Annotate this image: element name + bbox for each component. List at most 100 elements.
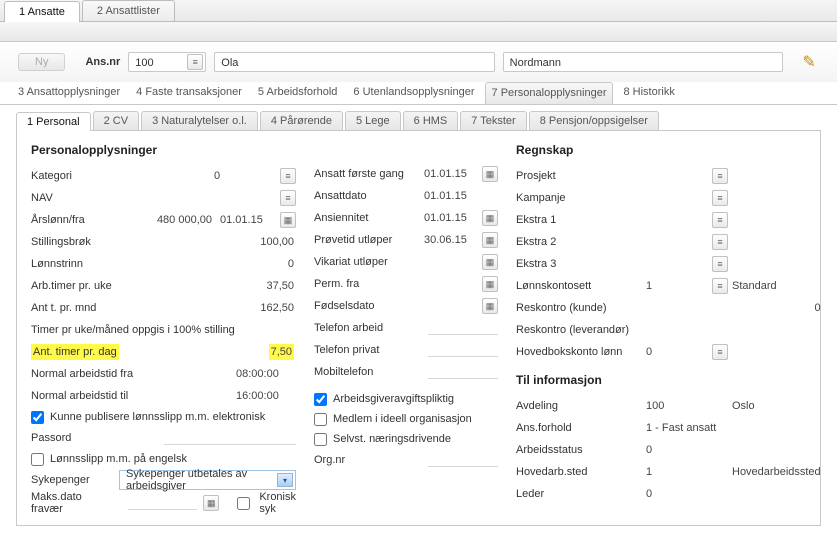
ideell-checkbox[interactable] — [314, 413, 327, 426]
arslonn-date[interactable]: 01.01.15 — [220, 214, 274, 226]
passord-input[interactable] — [164, 431, 297, 445]
fodselsdato-picker[interactable]: ▦ — [482, 298, 498, 314]
ekstra2-picker[interactable]: ≡ — [712, 234, 728, 250]
lonnstrinn-label: Lønnstrinn — [31, 258, 236, 270]
stillingsbrok-value: 100,00 — [236, 236, 296, 248]
tab-arbeidsforhold[interactable]: 5 Arbeidsforhold — [252, 82, 344, 104]
prosjekt-label: Prosjekt — [516, 170, 646, 182]
ansiennitet-label: Ansiennitet — [314, 212, 424, 224]
subtab-personal[interactable]: 1 Personal — [16, 112, 91, 131]
nav-picker[interactable]: ≡ — [280, 190, 296, 206]
column-regnskap: Regnskap Prosjekt ≡ Kampanje ≡ Ekstra 1 … — [516, 141, 821, 515]
arbtil-label: Normal arbeidstid til — [31, 390, 236, 402]
maksdato-picker[interactable]: ▦ — [203, 495, 219, 511]
kronisk-checkbox[interactable] — [237, 497, 250, 510]
chevron-down-icon[interactable]: ▾ — [277, 473, 293, 487]
kategori-value[interactable]: 0 — [214, 170, 274, 182]
tab-personalopplysninger[interactable]: 7 Personalopplysninger — [485, 82, 614, 104]
hovedbok-picker[interactable]: ≡ — [712, 344, 728, 360]
ansiennitet-picker[interactable]: ▦ — [482, 210, 498, 226]
app-tabs: 1 Ansatte 2 Ansattlister — [0, 0, 837, 22]
ansattforste-value[interactable]: 01.01.15 — [424, 168, 476, 180]
ekstra3-label: Ekstra 3 — [516, 258, 646, 270]
new-button[interactable]: Ny — [18, 53, 65, 71]
tab-faste-transaksjoner[interactable]: 4 Faste transaksjoner — [130, 82, 248, 104]
ideell-label: Medlem i ideell organisasjon — [333, 413, 472, 425]
maksdato-label: Maks.dato fravær — [31, 491, 114, 515]
leder-value: 0 — [646, 488, 706, 500]
ekstra2-label: Ekstra 2 — [516, 236, 646, 248]
provetid-picker[interactable]: ▦ — [482, 232, 498, 248]
kampanje-picker[interactable]: ≡ — [712, 190, 728, 206]
telarbeid-input[interactable] — [428, 321, 498, 335]
publisere-label: Kunne publisere lønnsslipp m.m. elektron… — [50, 411, 265, 423]
ansattforste-picker[interactable]: ▦ — [482, 166, 498, 182]
timerdag-value[interactable]: 7,50 — [236, 344, 296, 360]
hovedbok-value[interactable]: 0 — [646, 346, 706, 358]
tab-historikk[interactable]: 8 Historikk — [617, 82, 680, 104]
provetid-value[interactable]: 30.06.15 — [424, 234, 476, 246]
lastname-input[interactable]: Nordmann — [503, 52, 783, 72]
kronisk-label: Kronisk syk — [259, 491, 296, 515]
arslonn-date-picker[interactable]: ▦ — [280, 212, 296, 228]
ansattdato-label: Ansattdato — [314, 190, 424, 202]
telprivat-input[interactable] — [428, 343, 498, 357]
engelsk-checkbox[interactable] — [31, 453, 44, 466]
sykepenger-combo-text: Sykepenger utbetales av arbeidsgiver — [122, 468, 277, 492]
reskontrol-label: Reskontro (leverandør) — [516, 324, 706, 336]
ansiennitet-value[interactable]: 01.01.15 — [424, 212, 476, 224]
kategori-picker[interactable]: ≡ — [280, 168, 296, 184]
permfra-picker[interactable]: ▦ — [482, 276, 498, 292]
vikariat-picker[interactable]: ▦ — [482, 254, 498, 270]
mobil-input[interactable] — [428, 365, 498, 379]
subtab-parorende[interactable]: 4 Pårørende — [260, 111, 343, 130]
arbtimer-value[interactable]: 37,50 — [236, 280, 296, 292]
ansattdato-value: 01.01.15 — [424, 190, 476, 202]
stillingsbrok-label: Stillingsbrøk — [31, 236, 236, 248]
tab-utenlandsopplysninger[interactable]: 6 Utenlandsopplysninger — [347, 82, 480, 104]
subtab-tekster[interactable]: 7 Tekster — [460, 111, 526, 130]
publisere-checkbox[interactable] — [31, 411, 44, 424]
avgift-checkbox[interactable] — [314, 393, 327, 406]
form-area: Personalopplysninger Kategori 0 ≡ NAV ≡ … — [16, 130, 821, 526]
maksdato-input[interactable] — [128, 496, 197, 510]
reskontrok-value[interactable]: 0 — [724, 302, 821, 314]
anttmnd-value[interactable]: 162,50 — [236, 302, 296, 314]
timeruke-label: Timer pr uke/måned oppgis i 100% stillin… — [31, 324, 296, 336]
subtab-cv[interactable]: 2 CV — [93, 111, 139, 130]
prosjekt-picker[interactable]: ≡ — [712, 168, 728, 184]
avdeling-extra: Oslo — [724, 400, 821, 412]
edit-icon[interactable]: ✎ — [799, 52, 819, 72]
orgnr-input[interactable] — [428, 453, 498, 467]
ekstra3-picker[interactable]: ≡ — [712, 256, 728, 272]
heading-personalopplysninger: Personalopplysninger — [31, 143, 296, 157]
column-dates: Ansatt første gang 01.01.15 ▦ Ansattdato… — [314, 141, 498, 515]
subtab-pensjon[interactable]: 8 Pensjon/oppsigelser — [529, 111, 659, 130]
subtab-lege[interactable]: 5 Lege — [345, 111, 401, 130]
lonnskonto-value[interactable]: 1 — [646, 280, 706, 292]
ansnr-picker[interactable]: ≡ — [187, 54, 203, 70]
orgnr-label: Org.nr — [314, 454, 424, 466]
timerdag-label: Ant. timer pr. dag — [31, 344, 236, 360]
subtab-naturalytelser[interactable]: 3 Naturalytelser o.l. — [141, 111, 258, 130]
sykepenger-combobox[interactable]: Sykepenger utbetales av arbeidsgiver ▾ — [119, 470, 296, 490]
avdeling-value: 100 — [646, 400, 706, 412]
personal-subtabs: 1 Personal 2 CV 3 Naturalytelser o.l. 4 … — [0, 105, 837, 130]
leder-label: Leder — [516, 488, 646, 500]
ekstra1-picker[interactable]: ≡ — [712, 212, 728, 228]
subtab-hms[interactable]: 6 HMS — [403, 111, 459, 130]
tab-ansattopplysninger[interactable]: 3 Ansattopplysninger — [12, 82, 126, 104]
ansnr-input[interactable]: 100 ≡ — [128, 52, 206, 72]
arbfra-value[interactable]: 08:00:00 — [236, 368, 296, 380]
firstname-input[interactable]: Ola — [214, 52, 494, 72]
tab-ansatte[interactable]: 1 Ansatte — [4, 1, 80, 22]
heading-tilinformasjon: Til informasjon — [516, 373, 821, 387]
lonnskonto-extra: Standard — [724, 280, 821, 292]
selvst-checkbox[interactable] — [314, 433, 327, 446]
arbtil-value[interactable]: 16:00:00 — [236, 390, 296, 402]
tab-ansattlister[interactable]: 2 Ansattlister — [82, 0, 175, 21]
arbeidsstatus-value: 0 — [646, 444, 706, 456]
selvst-label: Selvst. næringsdrivende — [333, 433, 451, 445]
lonnstrinn-value[interactable]: 0 — [236, 258, 296, 270]
fodselsdato-label: Fødselsdato — [314, 300, 424, 312]
